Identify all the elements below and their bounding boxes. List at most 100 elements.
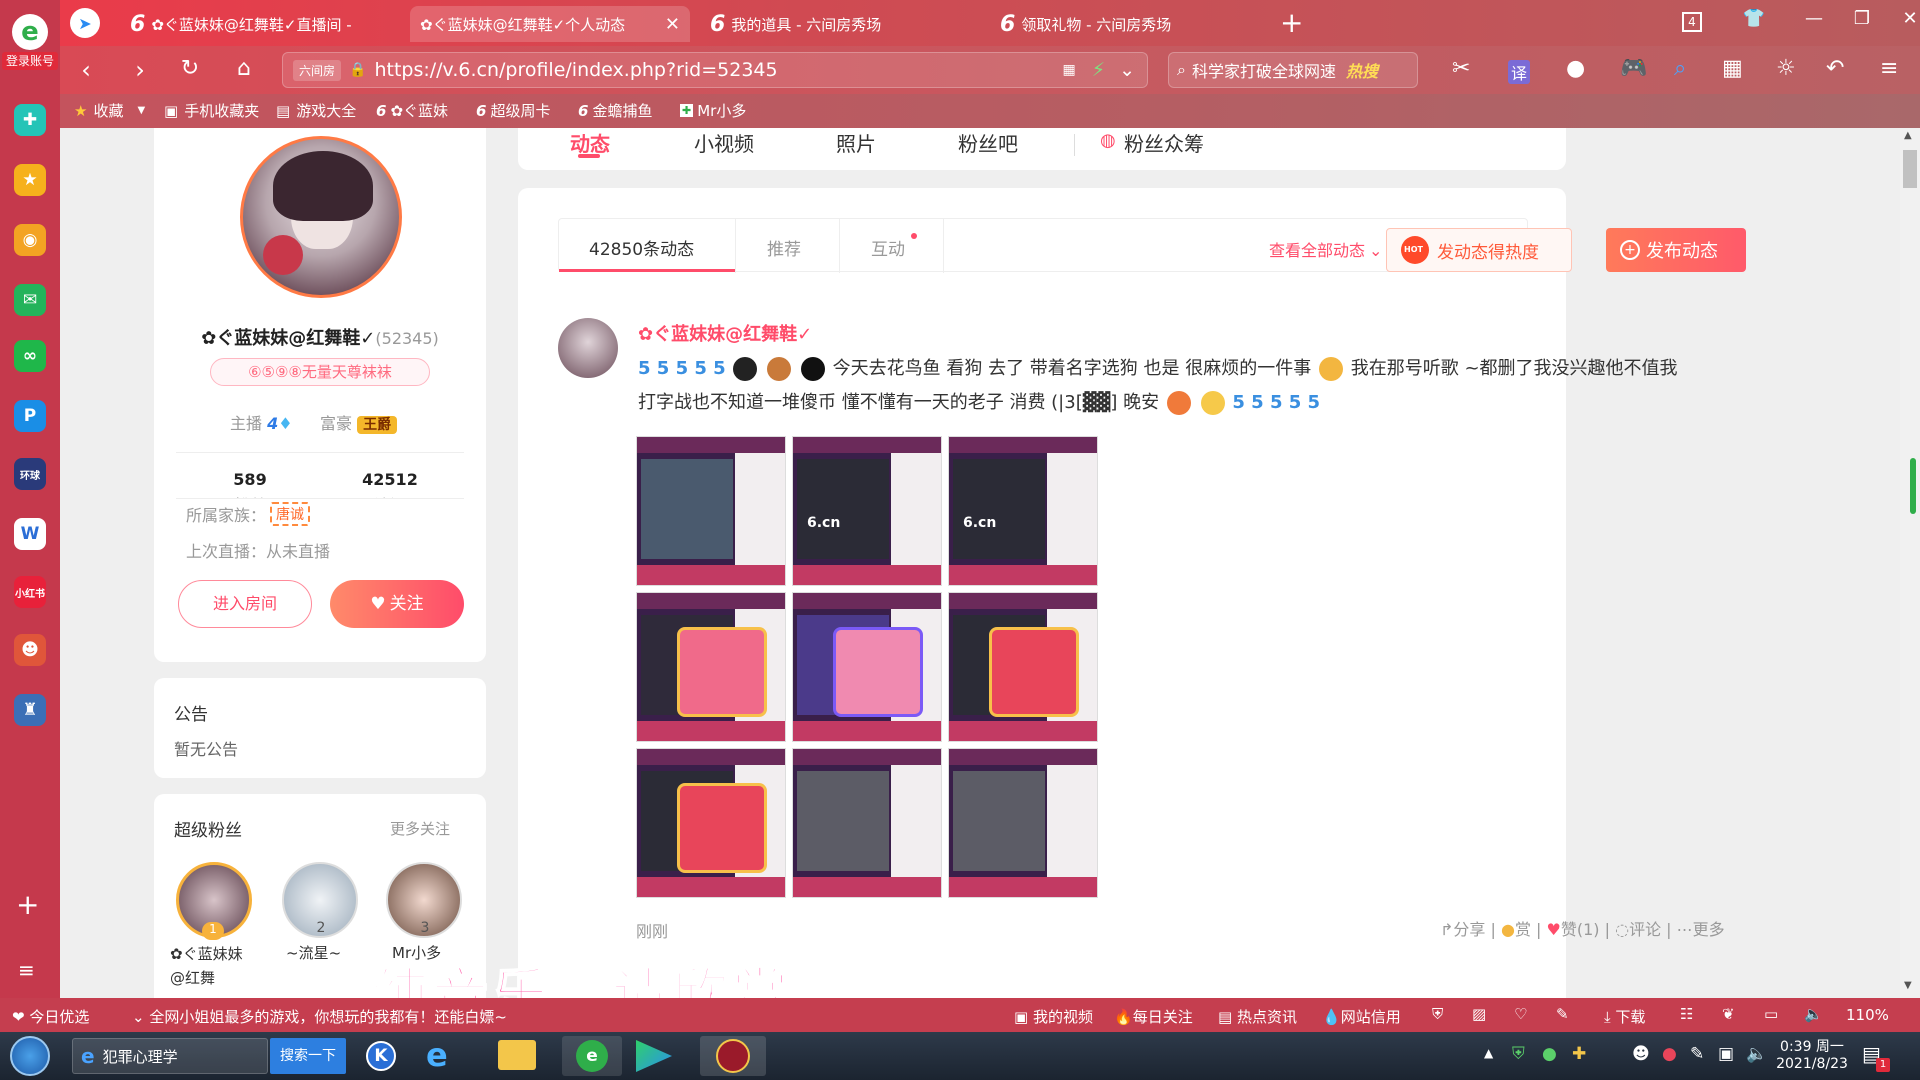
coin-icon[interactable]: ● <box>1566 56 1585 81</box>
sidebar-app2-icon[interactable]: ♜ <box>14 694 46 726</box>
sidebar-link-icon[interactable]: ∞ <box>14 340 46 372</box>
bookmark-weekly-card[interactable]: 6 超级周卡 <box>476 100 550 121</box>
grid-icon[interactable]: ▦ <box>1722 56 1743 81</box>
sidebar-weibo-icon[interactable]: ◉ <box>14 224 46 256</box>
sidebar-favorite-icon[interactable]: ★ <box>14 164 46 196</box>
post-image-8[interactable] <box>792 748 942 898</box>
taskbar-search-button[interactable]: 搜索一下 <box>270 1038 346 1074</box>
tab-short-video[interactable]: 小视频 <box>694 128 754 157</box>
tab-photos[interactable]: 照片 <box>836 128 876 157</box>
view-all-dropdown[interactable]: 查看全部动态 ⌄ <box>1269 237 1382 261</box>
comment-button[interactable]: ◌评论 <box>1615 920 1661 939</box>
close-window-button[interactable]: ✕ <box>1892 8 1920 29</box>
enter-room-button[interactable]: 进入房间 <box>178 580 312 628</box>
taskbar-app-icon[interactable] <box>700 1036 766 1076</box>
scroll-down-arrow[interactable]: ▼ <box>1904 980 1912 991</box>
publish-dynamic-button[interactable]: + 发布动态 <box>1606 228 1746 272</box>
login-badge[interactable]: 登录账号 <box>2 52 58 70</box>
fan-name-2[interactable]: ~流星~ <box>286 942 366 963</box>
post-image-4[interactable] <box>636 592 786 742</box>
magnify-icon[interactable]: ⌕ <box>1674 56 1686 81</box>
sidebar-redbook-icon[interactable]: 小红书 <box>14 576 46 608</box>
new-tab-button[interactable]: + <box>1280 6 1303 39</box>
avatar[interactable] <box>240 136 402 298</box>
volume-icon[interactable]: 🔈 <box>1804 1005 1823 1023</box>
more-follows-link[interactable]: 更多关注 <box>390 818 450 839</box>
image-icon[interactable]: ▨ <box>1472 1005 1486 1023</box>
vertical-scrollbar[interactable]: ▲ ▼ <box>1900 128 1920 998</box>
taskbar-browser-icon[interactable]: e <box>562 1036 622 1076</box>
family-badge[interactable]: 唐诚 <box>270 502 310 526</box>
refresh-button[interactable]: ↻ <box>174 56 206 81</box>
start-button[interactable] <box>10 1036 50 1076</box>
restore-button[interactable]: ❐ <box>1844 8 1880 29</box>
status-download[interactable]: ⤓ 下载 <box>1604 1006 1645 1027</box>
taskbar-ie-icon[interactable]: e <box>426 1036 448 1074</box>
fan-name-1[interactable]: ✿ぐ蓝妹妹@红舞 <box>170 942 252 990</box>
post-image-5[interactable] <box>792 592 942 742</box>
post-image-9[interactable] <box>948 748 1098 898</box>
tab-fan-bar[interactable]: 粉丝吧 <box>958 128 1018 157</box>
post-author[interactable]: ✿ぐ蓝妹妹@红舞鞋✓ <box>638 320 812 346</box>
taskbar-player-icon[interactable] <box>636 1040 672 1072</box>
tab-count[interactable]: 4 <box>1682 12 1702 32</box>
status-daily-follow[interactable]: 🔥每日关注 <box>1114 1006 1193 1027</box>
tab-recommend[interactable]: 推荐 <box>767 235 801 260</box>
tray-ball-icon[interactable]: ● <box>1662 1044 1677 1064</box>
search-text[interactable]: 科学家打破全球网速 <box>1192 58 1336 82</box>
dropdown-icon[interactable]: ⌄ <box>1119 59 1135 81</box>
follow-button[interactable]: ♥ 关注 <box>330 580 464 628</box>
post-image-1[interactable] <box>636 436 786 586</box>
tray-user-icon[interactable]: ☻ <box>1632 1044 1650 1064</box>
tab-gifts[interactable]: 6 领取礼物 - 六间房秀场 <box>990 6 1270 42</box>
sidebar-p-icon[interactable]: P <box>14 400 46 432</box>
brightness-icon[interactable]: ☼ <box>1776 56 1796 81</box>
qr-icon[interactable]: ▦ <box>1063 62 1076 78</box>
tab-profile[interactable]: ✿ぐ蓝妹妹@红舞鞋✓个人动态 ✕ <box>410 6 690 42</box>
clock-time[interactable]: 0:39 周一 <box>1762 1036 1862 1056</box>
close-icon[interactable]: ✕ <box>665 14 680 35</box>
ad-text[interactable]: ⌄ 全网小姐姐最多的游戏，你想玩的我都有！还能白嫖~ <box>132 1006 552 1027</box>
bookmark-mrxiaoduo[interactable]: ✚ Mr小多 <box>680 100 746 121</box>
status-my-video[interactable]: ▣ 我的视频 <box>1014 1006 1093 1027</box>
heart-outline-icon[interactable]: ♡ <box>1514 1005 1527 1023</box>
status-hot-news[interactable]: ▤ 热点资讯 <box>1218 1006 1297 1027</box>
sidebar-add-icon[interactable]: + <box>16 888 39 921</box>
bookmark-lanmei[interactable]: 6 ✿ぐ蓝妹 <box>376 100 448 121</box>
search-box[interactable]: ⌕ 科学家打破全球网速 热搜 <box>1168 52 1418 88</box>
post-image-6[interactable] <box>948 592 1098 742</box>
sidebar-mail-icon[interactable]: ✉ <box>14 284 46 316</box>
tab-crowdfunding[interactable]: 粉丝众筹 <box>1124 128 1204 157</box>
shield-icon[interactable]: ⛨ <box>1432 1005 1443 1023</box>
address-bar[interactable]: 六间房 🔒 https://v.6.cn/profile/index.php?r… <box>282 52 1148 88</box>
sidebar-plugin-icon[interactable]: ✚ <box>14 104 46 136</box>
post-image-7[interactable] <box>636 748 786 898</box>
browser-logo-icon[interactable]: e <box>12 14 48 50</box>
bookmark-fishing[interactable]: 6 金蟾捕鱼 <box>578 100 652 121</box>
status-site-credit[interactable]: 💧网站信用 <box>1322 1006 1401 1027</box>
more-button[interactable]: ⋯更多 <box>1677 920 1725 939</box>
tray-network-icon[interactable]: ▣ <box>1718 1044 1734 1064</box>
zoom-level[interactable]: 110% <box>1846 1006 1889 1024</box>
tab-dynamic[interactable]: 动态 <box>570 128 610 157</box>
url-text[interactable]: https://v.6.cn/profile/index.php?rid=523… <box>374 59 777 81</box>
clock-date[interactable]: 2021/8/23 <box>1762 1056 1862 1072</box>
tab-props[interactable]: 6 我的道具 - 六间房秀场 <box>700 6 980 42</box>
undo-icon[interactable]: ↶ <box>1826 56 1844 81</box>
menu-icon[interactable]: ≡ <box>1880 56 1898 81</box>
scrollbar-thumb[interactable] <box>1903 150 1917 188</box>
leaf-icon[interactable]: ❦ <box>1722 1005 1735 1023</box>
scissors-icon[interactable]: ✂ <box>1452 56 1470 81</box>
sidebar-menu-icon[interactable]: ≡ <box>18 958 35 982</box>
taskbar-explorer-icon[interactable] <box>498 1040 536 1070</box>
brush-icon[interactable]: ✎ <box>1556 1005 1569 1023</box>
share-button[interactable]: ↱分享 <box>1440 920 1485 939</box>
gamepad-icon[interactable]: 🎮 <box>1620 56 1647 81</box>
tab-all-dynamics[interactable]: 42850条动态 <box>589 235 694 260</box>
bookmark-games[interactable]: ▤ 游戏大全 <box>276 100 356 121</box>
like-button[interactable]: ♥赞(1) <box>1547 920 1600 939</box>
sidebar-app1-icon[interactable]: ☻ <box>14 634 46 666</box>
window-icon[interactable]: ▭ <box>1764 1005 1778 1023</box>
send-icon[interactable]: ➤ <box>70 8 100 38</box>
bookmark-favorites[interactable]: ★ 收藏 ▼ <box>74 100 145 121</box>
